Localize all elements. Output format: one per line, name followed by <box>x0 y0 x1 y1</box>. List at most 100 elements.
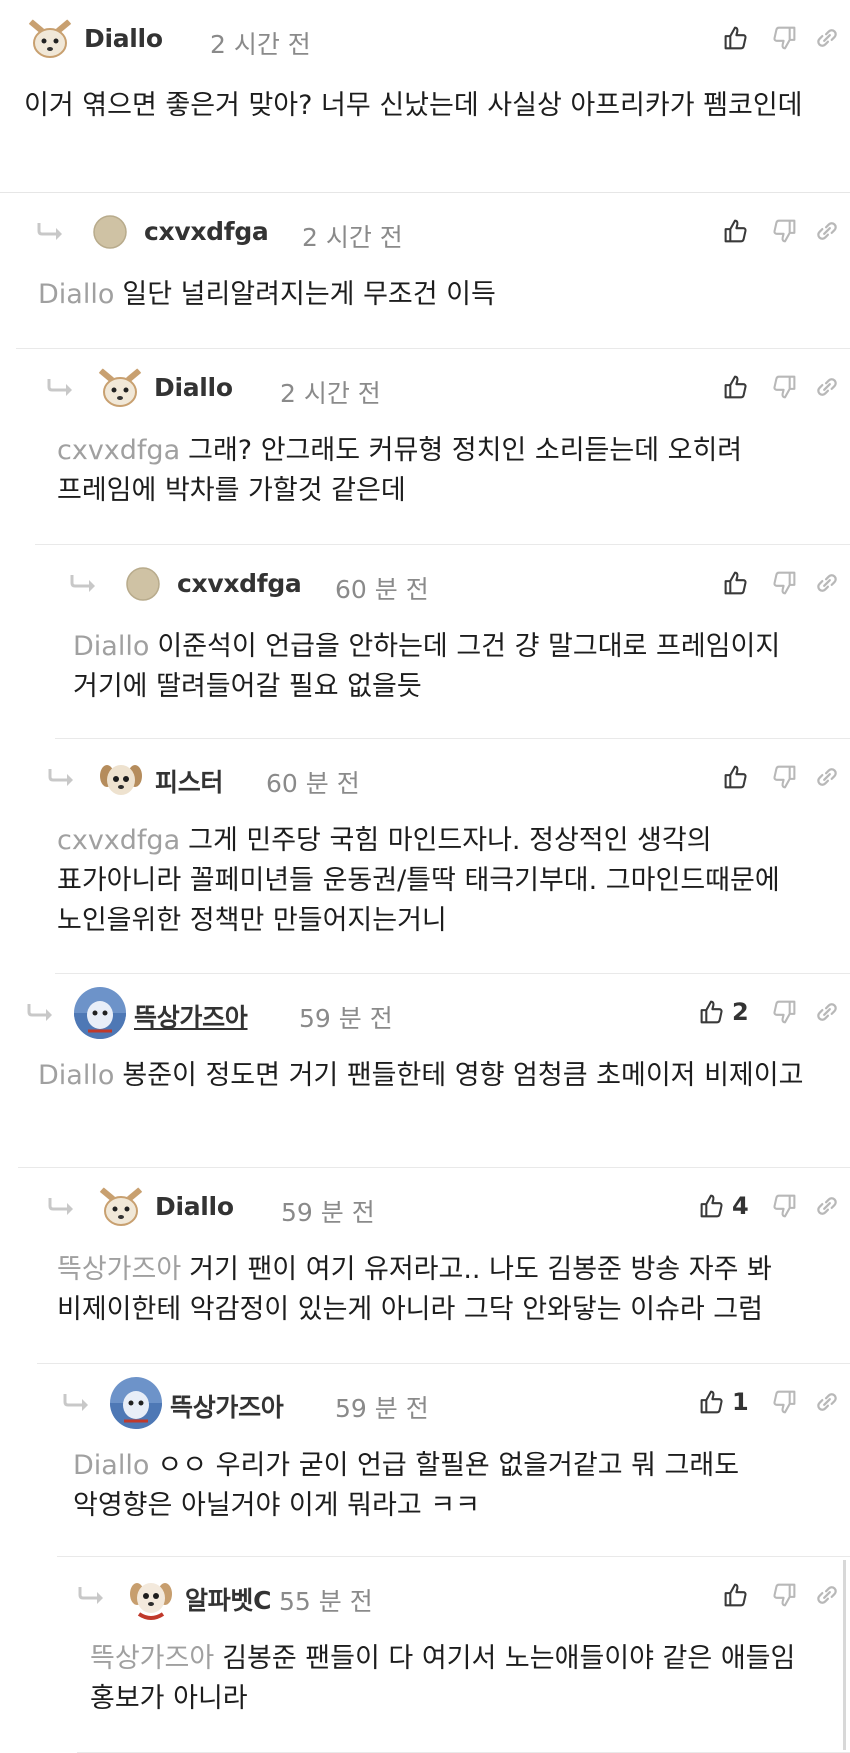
mention[interactable]: Diallo <box>73 631 149 662</box>
avatar[interactable] <box>94 362 146 414</box>
mention[interactable]: Diallo <box>38 279 114 310</box>
dislike-button[interactable] <box>770 215 800 247</box>
like-button[interactable] <box>720 371 750 403</box>
comment-text: ㅇㅇ 우리가 굳이 언급 할필욘 없을거같고 뭐 그래도 악영향은 아닐거야 이… <box>73 1450 740 1521</box>
comment-item: 뜩상가즈아 59 분 전 2 Diallo 봉준이 정도면 거기 팬들한테 영향 엄청큼… <box>18 974 850 1168</box>
comment-text: 이준석이 언급을 안하는데 그건 걍 말그대로 프레임이지 거기에 딸려들어갈 … <box>73 631 781 702</box>
comment-actions: 2 <box>650 996 850 1028</box>
thumbs-down-icon <box>770 1580 800 1610</box>
like-button[interactable] <box>720 215 750 247</box>
link-icon <box>812 1387 842 1417</box>
share-link-button[interactable] <box>812 215 842 247</box>
link-icon <box>812 762 842 792</box>
thumbs-up-icon <box>720 23 750 53</box>
like-button[interactable] <box>720 1579 750 1611</box>
avatar[interactable] <box>110 1377 162 1429</box>
comment-item: Diallo 2 시간 전이거 엮으면 좋은거 맞아? 너무 신났는데 사실상 아… <box>0 0 850 193</box>
share-link-button[interactable] <box>812 22 842 54</box>
like-button[interactable]: 1 <box>696 1386 749 1418</box>
thumbs-down-icon <box>770 1387 800 1417</box>
avatar[interactable] <box>74 987 126 1039</box>
thumbs-down-icon <box>770 762 800 792</box>
author-name[interactable]: cxvxdfga <box>144 217 269 246</box>
dislike-button[interactable] <box>770 996 800 1028</box>
author-name[interactable]: Diallo <box>155 1192 234 1221</box>
thumbs-down-icon <box>770 997 800 1027</box>
thumbs-up-icon <box>720 216 750 246</box>
avatar[interactable] <box>125 1570 177 1622</box>
share-link-button[interactable] <box>812 1190 842 1222</box>
mention[interactable]: Diallo <box>73 1450 149 1481</box>
comment-body: Diallo ㅇㅇ 우리가 굳이 언급 할필욘 없을거같고 뭐 그래도 악영향은 … <box>73 1446 850 1526</box>
thumbs-up-icon <box>720 372 750 402</box>
share-link-button[interactable] <box>812 1386 842 1418</box>
comment-body: 뜩상가즈아 김봉준 팬들이 다 여기서 노는애들이야 같은 애들임 홍보가 아니라 <box>90 1639 850 1719</box>
thumbs-up-icon <box>720 762 750 792</box>
author-name[interactable]: cxvxdfga <box>177 569 302 598</box>
comment-header: Diallo 2 시간 전 <box>0 0 850 70</box>
mention[interactable]: 뜩상가즈아 <box>57 1254 181 1285</box>
mention[interactable]: cxvxdfga <box>57 435 180 466</box>
reply-arrow-icon <box>69 573 99 593</box>
comment-header: cxvxdfga 2 시간 전 <box>16 193 850 263</box>
dislike-button[interactable] <box>770 1386 800 1418</box>
link-icon <box>812 372 842 402</box>
share-link-button[interactable] <box>812 371 842 403</box>
like-button[interactable]: 2 <box>696 996 749 1028</box>
avatar[interactable] <box>84 206 136 258</box>
dislike-button[interactable] <box>770 567 800 599</box>
like-button[interactable] <box>720 761 750 793</box>
timestamp: 2 시간 전 <box>280 379 381 408</box>
comment-actions: 1 <box>650 1386 850 1418</box>
scrollbar[interactable] <box>843 1560 846 1750</box>
author-name[interactable]: 알파벳C <box>185 1581 271 1617</box>
comment-item: Diallo 59 분 전 4 뜩상가즈아 거기 팬이 여기 유저라고.. 나도 김봉준… <box>37 1168 850 1364</box>
avatar[interactable] <box>95 752 147 804</box>
author-name[interactable]: 뜩상가즈아 <box>134 998 248 1034</box>
author-name[interactable]: Diallo <box>154 373 233 402</box>
like-count: 1 <box>732 1388 749 1416</box>
comment-actions <box>650 22 850 54</box>
link-icon <box>812 997 842 1027</box>
timestamp: 2 시간 전 <box>210 30 311 59</box>
comment-body: cxvxdfga 그게 민주당 국힘 마인드자나. 정상적인 생각의 표가아니라 … <box>57 821 850 941</box>
mention[interactable]: cxvxdfga <box>57 825 180 856</box>
dislike-button[interactable] <box>770 1579 800 1611</box>
share-link-button[interactable] <box>812 1579 842 1611</box>
author-name[interactable]: Diallo <box>84 24 163 53</box>
comment-actions <box>650 567 850 599</box>
author-name[interactable]: 뜩상가즈아 <box>170 1388 284 1424</box>
comment-item: 뜩상가즈아 59 분 전 1 Diallo ㅇㅇ 우리가 굳이 언급 할필욘 없을거같고… <box>57 1364 850 1557</box>
reply-arrow-icon <box>62 1392 92 1412</box>
share-link-button[interactable] <box>812 761 842 793</box>
dislike-button[interactable] <box>770 761 800 793</box>
mention[interactable]: Diallo <box>38 1060 114 1091</box>
like-button[interactable] <box>720 567 750 599</box>
reply-arrow-icon <box>77 1585 107 1605</box>
comment-body: 이거 엮으면 좋은거 맞아? 너무 신났는데 사실상 아프리카가 펨코인데 <box>24 86 850 126</box>
link-icon <box>812 1191 842 1221</box>
share-link-button[interactable] <box>812 996 842 1028</box>
like-button[interactable] <box>720 22 750 54</box>
avatar[interactable] <box>95 1181 147 1233</box>
timestamp: 59 분 전 <box>335 1394 429 1423</box>
dislike-button[interactable] <box>770 371 800 403</box>
share-link-button[interactable] <box>812 567 842 599</box>
avatar[interactable] <box>117 558 169 610</box>
thumbs-down-icon <box>770 372 800 402</box>
author-name[interactable]: 피스터 <box>155 763 223 799</box>
like-button[interactable]: 4 <box>696 1190 749 1222</box>
thumbs-up-icon <box>720 1580 750 1610</box>
avatar[interactable] <box>24 13 76 65</box>
comment-item: Diallo 2 시간 전 cxvxdfga 그래? 안그래도 커뮤형 정치인 소리듣… <box>35 349 850 545</box>
dislike-button[interactable] <box>770 22 800 54</box>
mention[interactable]: 뜩상가즈아 <box>90 1643 214 1674</box>
dislike-button[interactable] <box>770 1190 800 1222</box>
timestamp: 59 분 전 <box>281 1198 375 1227</box>
comment-text: 이거 엮으면 좋은거 맞아? 너무 신났는데 사실상 아프리카가 펨코인데 <box>24 90 803 121</box>
link-icon <box>812 23 842 53</box>
comment-text: 봉준이 정도면 거기 팬들한테 영향 엄청큼 초메이저 비제이고 <box>122 1060 804 1091</box>
like-count: 2 <box>732 998 749 1026</box>
thumbs-down-icon <box>770 1191 800 1221</box>
comment-body: Diallo 이준석이 언급을 안하는데 그건 걍 말그대로 프레임이지 거기에 … <box>73 627 850 707</box>
